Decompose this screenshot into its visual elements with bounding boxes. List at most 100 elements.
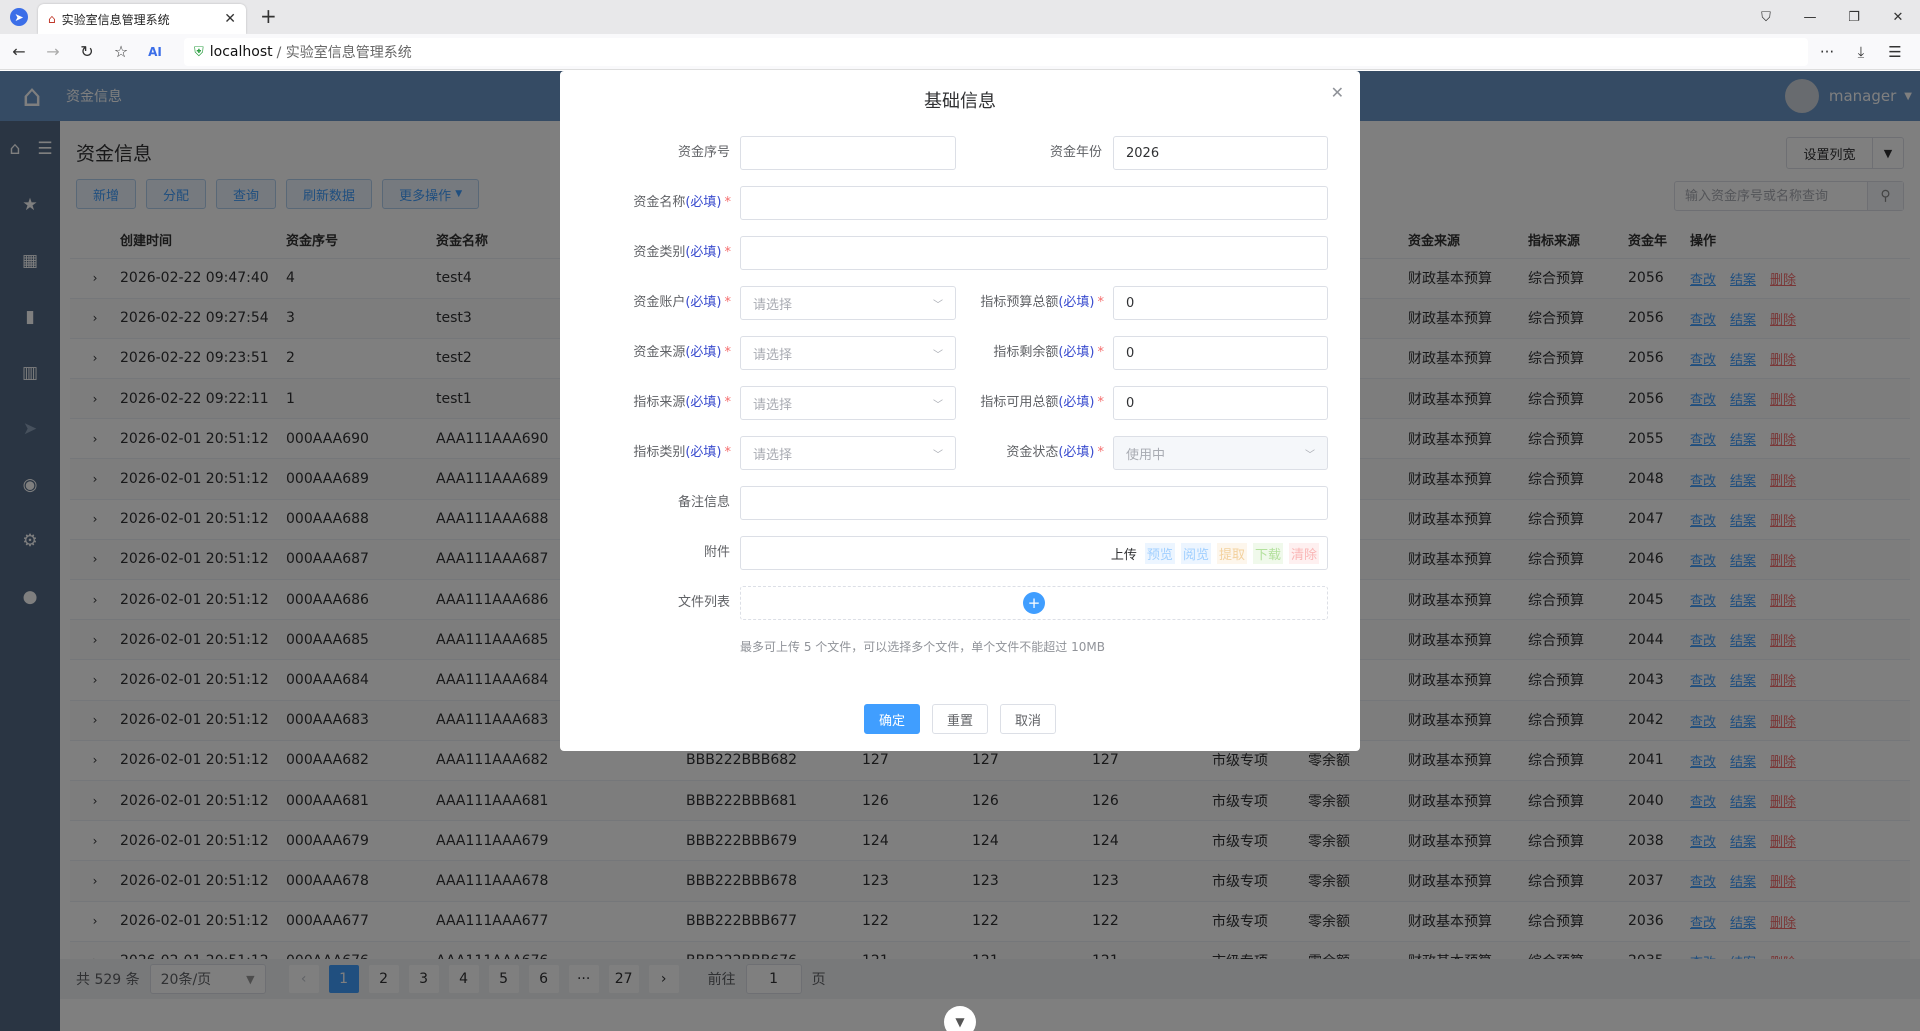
available-label: 指标可用总额(必填) * — [940, 386, 1104, 420]
window-controls: ⛉ — ❐ ✕ — [1744, 0, 1920, 34]
index-source-select[interactable]: 请选择 ﹀ — [740, 386, 956, 420]
tab-title: 实验室信息管理系统 — [61, 12, 170, 27]
required-star: * — [1097, 445, 1105, 460]
view-button[interactable]: 阅览 — [1180, 542, 1211, 564]
close-window-icon[interactable]: ✕ — [1876, 10, 1920, 25]
file-list-dropzone[interactable]: + — [740, 586, 1328, 620]
account-placeholder: 请选择 — [753, 297, 793, 313]
category-input[interactable] — [740, 236, 1328, 270]
browser-menu-icon[interactable]: ➤ — [10, 8, 28, 26]
required-mark: (必填) — [1058, 445, 1095, 460]
available-input[interactable]: 0 — [1113, 386, 1328, 420]
required-star: * — [724, 245, 732, 260]
dialog-buttons: 确定 重置 取消 — [560, 704, 1360, 734]
available-label-text: 指标可用总额 — [980, 395, 1059, 410]
preview-button[interactable]: 预览 — [1144, 542, 1175, 564]
close-tab-icon[interactable]: ✕ — [224, 11, 236, 27]
basic-info-dialog: 基础信息 ✕ 资金序号 资金年份 2026 资金名称(必填) * 资金类别(必填)… — [560, 71, 1360, 751]
form-row: 资金来源(必填) * 请选择 ﹀ 指标剩余额(必填) * 0 — [560, 336, 1360, 370]
ai-extension-icon[interactable]: AI — [140, 45, 170, 59]
clear-button[interactable]: 清除 — [1288, 542, 1319, 564]
status-label-text: 资金状态 — [1006, 445, 1059, 460]
name-input[interactable] — [740, 186, 1328, 220]
extract-button[interactable]: 提取 — [1216, 542, 1247, 564]
name-label: 资金名称(必填) * — [580, 186, 731, 220]
shield-icon: ⛨ — [194, 44, 204, 60]
required-mark: (必填) — [1058, 345, 1095, 360]
pin-icon[interactable]: ⛉ — [1744, 10, 1788, 25]
remaining-input[interactable]: 0 — [1113, 336, 1328, 370]
required-star: * — [1097, 395, 1105, 410]
required-star: * — [724, 445, 732, 460]
browser-tab-bar: ➤ ⌂ 实验室信息管理系统 ✕ + ⛉ — ❐ ✕ — [0, 0, 1920, 34]
required-star: * — [724, 345, 732, 360]
year-label: 资金年份 — [1049, 145, 1102, 160]
address-bar[interactable]: ⛨ localhost / 实验室信息管理系统 — [184, 38, 1808, 66]
index-category-label: 指标类别(必填) * — [580, 436, 731, 470]
required-mark: (必填) — [685, 445, 722, 460]
account-select[interactable]: 请选择 ﹀ — [740, 286, 956, 320]
remark-label: 备注信息 — [677, 495, 730, 510]
required-mark: (必填) — [685, 345, 722, 360]
more-dots-icon[interactable]: ··· — [1810, 43, 1844, 61]
minimize-icon[interactable]: — — [1788, 10, 1832, 25]
fund-source-label: 资金来源(必填) * — [580, 336, 731, 370]
form-row: 指标来源(必填) * 请选择 ﹀ 指标可用总额(必填) * 0 — [560, 386, 1360, 420]
seq-input[interactable] — [740, 136, 956, 170]
attachment-label: 附件 — [703, 545, 730, 560]
back-icon[interactable]: ← — [4, 42, 34, 61]
form-row: 指标类别(必填) * 请选择 ﹀ 资金状态(必填) * 使用中 ﹀ — [560, 436, 1360, 470]
attachment-input[interactable]: 上传 预览 阅览 提取 下载 清除 — [740, 536, 1328, 570]
fund-source-placeholder: 请选择 — [753, 347, 793, 363]
status-value: 使用中 — [1126, 447, 1166, 463]
index-category-label-text: 指标类别 — [633, 445, 686, 460]
reset-button[interactable]: 重置 — [931, 704, 988, 734]
scroll-down-icon[interactable]: ▼ — [944, 1006, 976, 1031]
fund-source-select[interactable]: 请选择 ﹀ — [740, 336, 956, 370]
form-row: 资金序号 资金年份 2026 — [560, 136, 1360, 170]
browser-tab[interactable]: ⌂ 实验室信息管理系统 ✕ — [38, 4, 246, 34]
index-category-placeholder: 请选择 — [753, 447, 793, 463]
seq-label: 资金序号 — [677, 145, 730, 160]
fund-source-label-text: 资金来源 — [633, 345, 686, 360]
index-category-select[interactable]: 请选择 ﹀ — [740, 436, 956, 470]
required-star: * — [724, 295, 732, 310]
restore-icon[interactable]: ❐ — [1832, 10, 1876, 25]
hamburger-menu-icon[interactable]: ☰ — [1878, 43, 1912, 61]
year-input[interactable]: 2026 — [1113, 136, 1328, 170]
upload-button[interactable]: 上传 — [1109, 543, 1139, 564]
new-tab-icon[interactable]: + — [260, 4, 277, 28]
download-icon[interactable]: ⤓ — [1844, 43, 1878, 61]
remaining-label: 指标剩余额(必填) * — [940, 336, 1104, 370]
form-row: 资金名称(必填) * — [560, 186, 1360, 220]
url-host: localhost — [209, 44, 273, 60]
required-star: * — [1097, 345, 1105, 360]
cancel-button[interactable]: 取消 — [1000, 704, 1057, 734]
form-row: 文件列表 + — [560, 586, 1360, 620]
house-favicon-icon: ⌂ — [48, 12, 56, 26]
reload-icon[interactable]: ↻ — [72, 42, 102, 61]
budget-total-label: 指标预算总额(必填) * — [940, 286, 1104, 320]
close-icon[interactable]: ✕ — [1331, 83, 1344, 102]
chevron-down-icon: ﹀ — [1305, 449, 1315, 461]
confirm-button[interactable]: 确定 — [863, 704, 920, 734]
required-mark: (必填) — [685, 195, 722, 210]
attachment-actions: 上传 预览 阅览 提取 下载 清除 — [1103, 537, 1319, 569]
required-mark: (必填) — [685, 395, 722, 410]
download-button[interactable]: 下载 — [1252, 542, 1283, 564]
bookmark-star-icon[interactable]: ☆ — [106, 42, 136, 61]
budget-total-input[interactable]: 0 — [1113, 286, 1328, 320]
index-source-placeholder: 请选择 — [753, 397, 793, 413]
browser-nav-bar: ← → ↻ ☆ AI ⛨ localhost / 实验室信息管理系统 ··· ⤓… — [0, 34, 1920, 70]
forward-icon[interactable]: → — [38, 42, 68, 61]
status-label: 资金状态(必填) * — [940, 436, 1104, 470]
form-row: 资金类别(必填) * — [560, 236, 1360, 270]
required-mark: (必填) — [1058, 295, 1095, 310]
plus-icon[interactable]: + — [1023, 592, 1045, 614]
remark-input[interactable] — [740, 486, 1328, 520]
required-star: * — [724, 395, 732, 410]
form-row: 备注信息 — [560, 486, 1360, 520]
form-row: 附件 上传 预览 阅览 提取 下载 清除 — [560, 536, 1360, 570]
index-source-label: 指标来源(必填) * — [580, 386, 731, 420]
remaining-label-text: 指标剩余额 — [993, 345, 1059, 360]
